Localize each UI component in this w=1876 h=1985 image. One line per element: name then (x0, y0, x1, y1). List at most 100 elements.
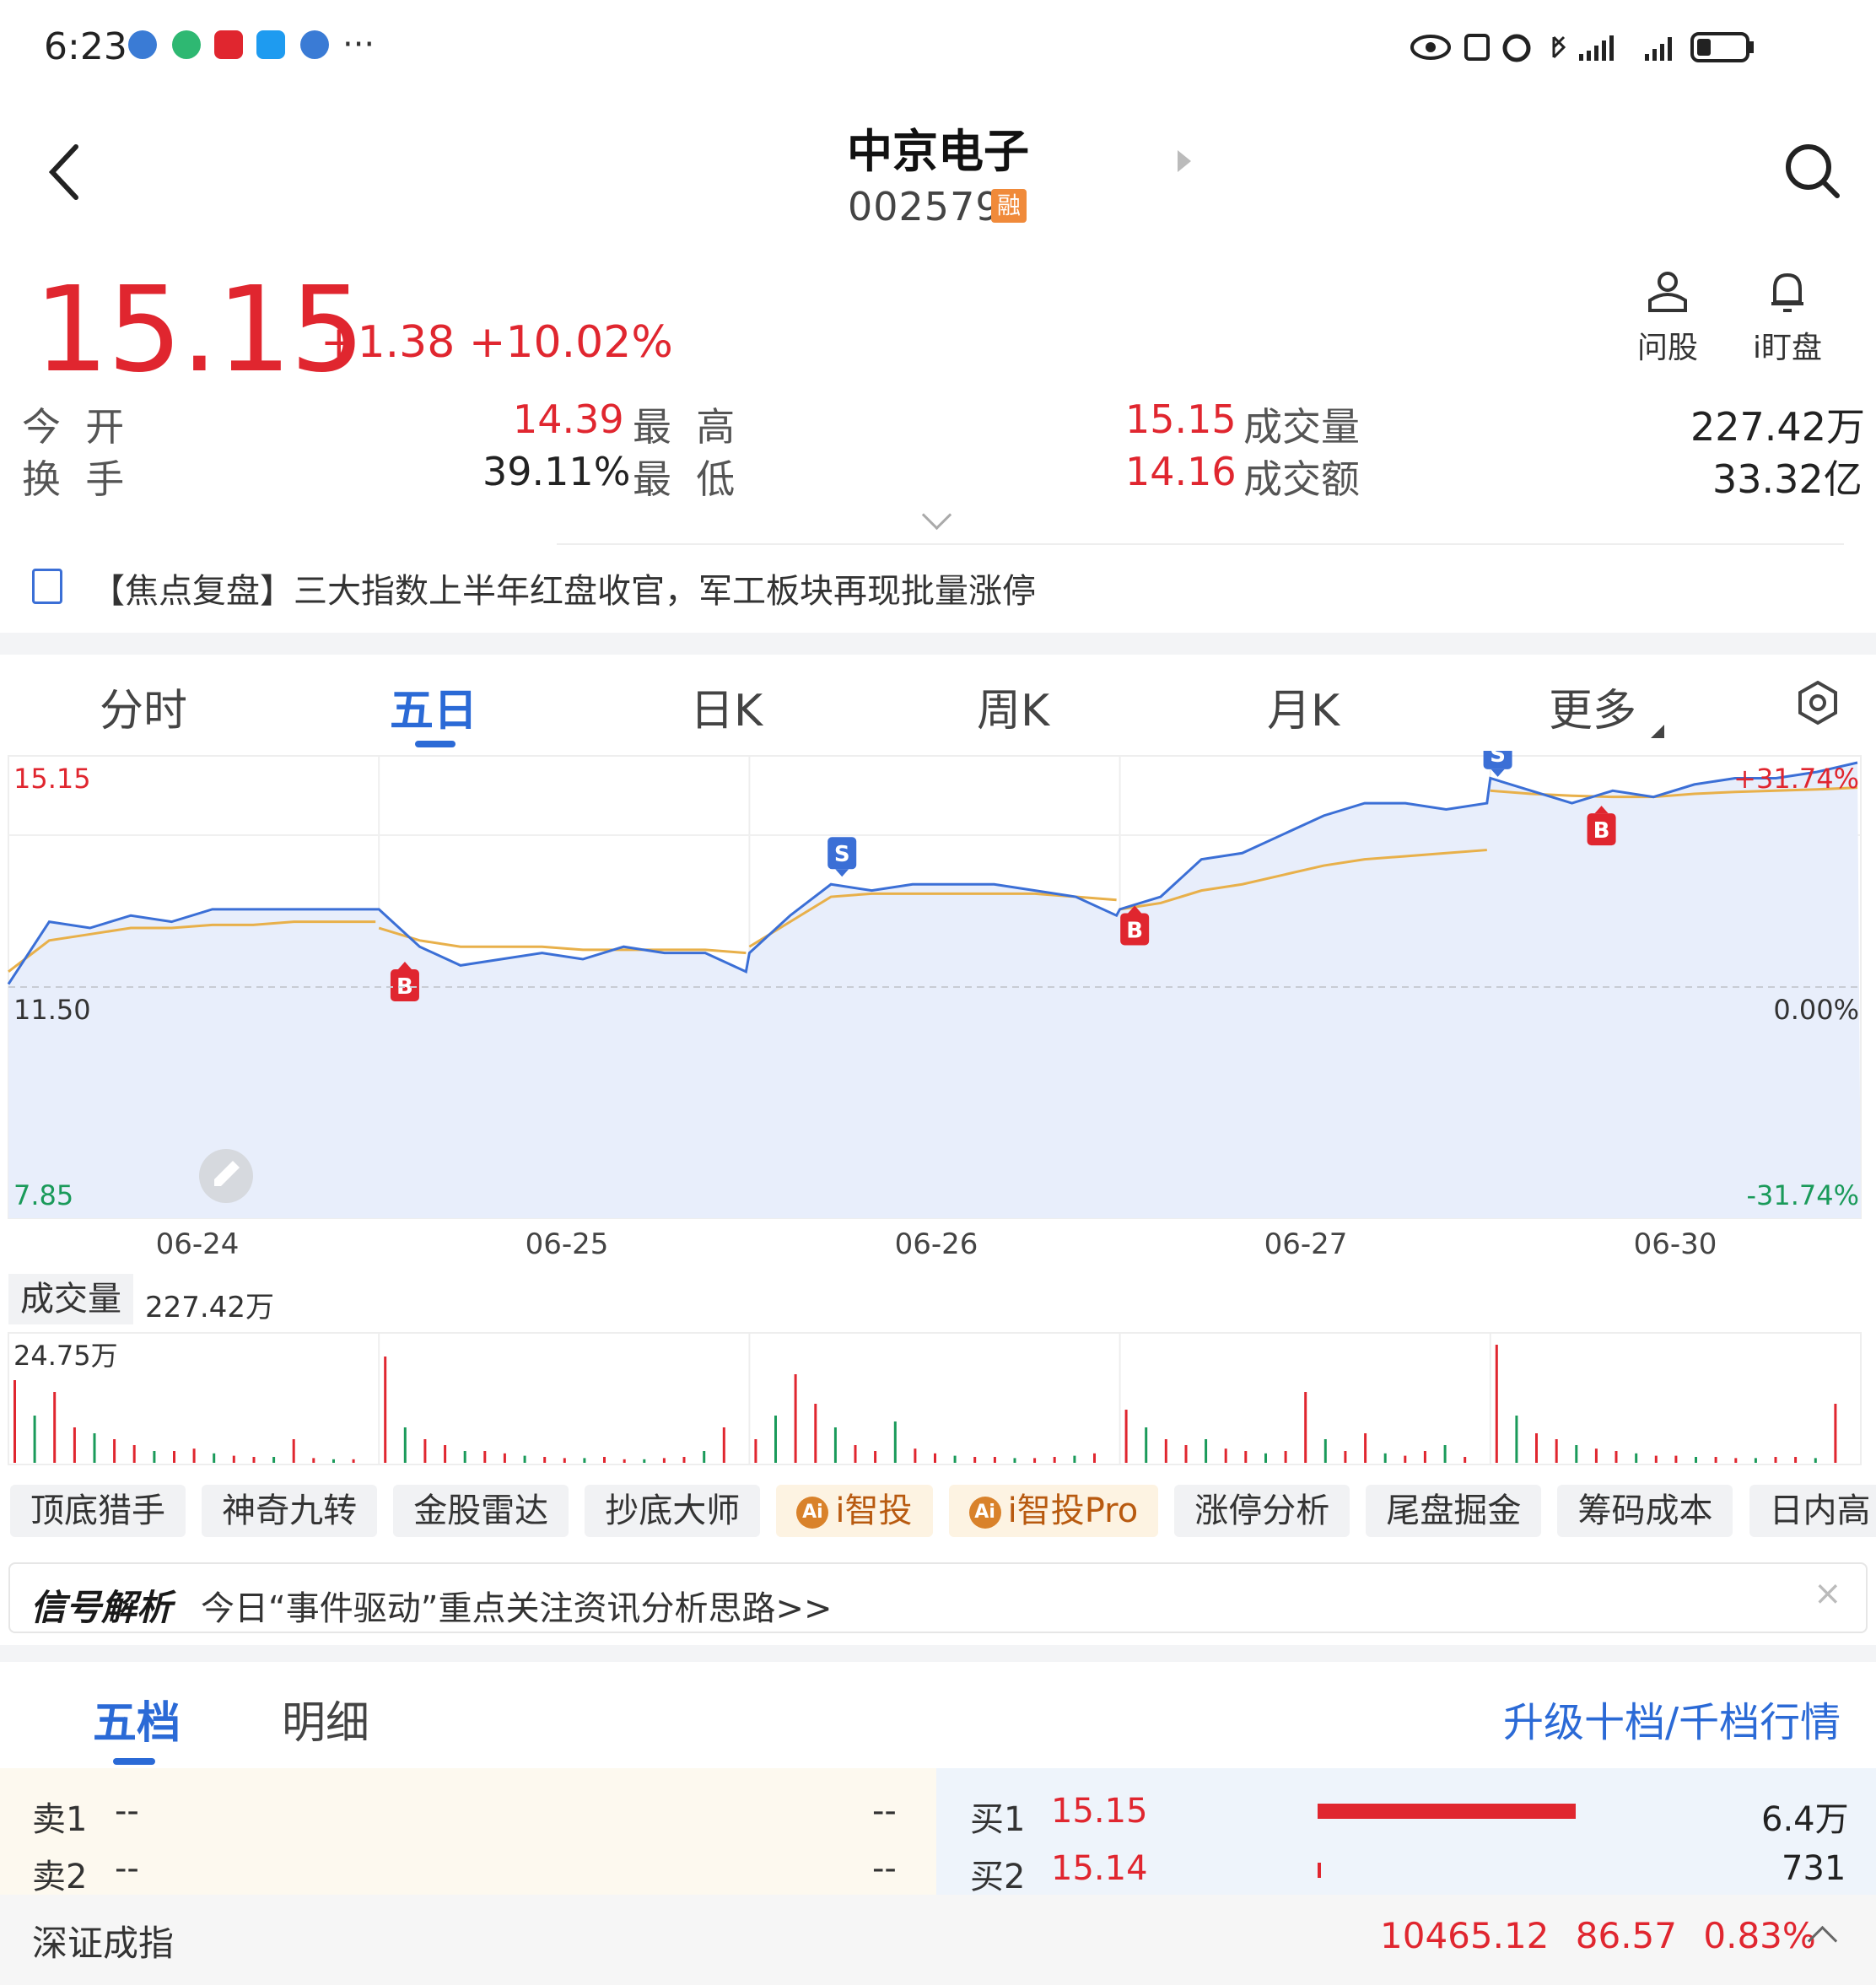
volume-bar (292, 1439, 295, 1463)
buy1-volume-bar (1318, 1804, 1576, 1819)
tool-magic-nine[interactable]: 神奇九转 (202, 1485, 378, 1537)
upgrade-level-link[interactable]: 升级十档/千档行情 (1503, 1689, 1841, 1748)
volume-bar (1164, 1439, 1167, 1463)
tab-details[interactable]: 明细 (282, 1687, 369, 1750)
volume-bar (1244, 1451, 1248, 1463)
tool-late-session[interactable]: 尾盘掘金 (1366, 1485, 1542, 1537)
volume-bar (73, 1427, 76, 1463)
battery-icon (1690, 32, 1754, 62)
news-headline[interactable]: 【焦点复盘】三大指数上半年红盘收官，军工板块再现批量涨停 (91, 564, 1036, 612)
tool-i-invest-pro[interactable]: Ai i智投Pro (948, 1485, 1159, 1537)
volume-bar (662, 1458, 666, 1463)
more-notifications-icon: ··· (342, 25, 375, 64)
divider (557, 543, 1844, 545)
pct-mid-label: 0.00% (1773, 994, 1859, 1026)
volume-bar (1535, 1433, 1538, 1463)
sell2-volume: -- (872, 1849, 897, 1888)
volume-bar (1205, 1439, 1208, 1463)
tab-intraday[interactable]: 分时 (100, 675, 187, 738)
tab-weekly-k[interactable]: 周K (977, 675, 1049, 738)
buy1-volume: 6.4万 (1761, 1800, 1849, 1839)
volume-bar (213, 1453, 216, 1463)
five-day-price-chart[interactable]: BSBSB 15.15 11.50 7.85 +31.74% 0.00% -31… (0, 751, 1876, 1270)
index-values: 10465.12 86.57 0.83% (1380, 1915, 1816, 1956)
volume-bar (722, 1427, 725, 1463)
edit-drawing-button[interactable] (199, 1149, 253, 1203)
stat-label-open: 今 开 (22, 404, 125, 450)
stat-value-low: 14.16 (1125, 449, 1237, 494)
next-stock-arrow-icon[interactable] (1178, 150, 1191, 172)
stat-value-amount: 33.32亿 (1712, 456, 1863, 502)
tab-five-levels[interactable]: 五档 (93, 1687, 181, 1750)
sell-signal-marker[interactable]: S (1483, 751, 1512, 777)
volume-bar (623, 1459, 626, 1463)
volume-bar (423, 1439, 427, 1463)
volume-bar (993, 1457, 996, 1463)
tool-intraday-high[interactable]: 日内高 (1749, 1485, 1876, 1537)
volume-bar (503, 1453, 506, 1463)
tool-limit-up-analysis[interactable]: 涨停分析 (1174, 1485, 1350, 1537)
tab-five-day[interactable]: 五日 (390, 675, 477, 738)
volume-bar (874, 1451, 877, 1463)
indicator-tools-row: 顶底猎手 神奇九转 金股雷达 抄底大师 Ai i智投 Ai i智投Pro 涨停分析 … (10, 1485, 1876, 1539)
search-button[interactable] (1782, 140, 1842, 201)
tool-gold-radar[interactable]: 金股雷达 (393, 1485, 569, 1537)
volume-bar (1515, 1416, 1518, 1463)
volume-bar (192, 1448, 196, 1463)
stat-label-high: 最 高 (633, 404, 736, 450)
expand-stats-icon[interactable] (921, 499, 952, 531)
watch-alert-button[interactable]: i盯盘 (1741, 268, 1834, 367)
volume-bar (754, 1439, 757, 1463)
volume-bar (132, 1445, 136, 1463)
volume-bar (934, 1453, 936, 1463)
y-max-label: 15.15 (13, 763, 91, 795)
tool-i-invest-pro-label: i智投Pro (1007, 1491, 1139, 1530)
x-label-day3: 06-26 (895, 1227, 978, 1261)
volume-indicator-label[interactable]: 成交量 (8, 1274, 133, 1324)
tab-daily-k[interactable]: 日K (690, 675, 763, 738)
price-change: +1.38 +10.02% (321, 317, 673, 368)
signal-icon (1579, 35, 1672, 61)
volume-bar (1013, 1458, 1016, 1463)
tab-more[interactable]: 更多 (1549, 675, 1664, 738)
volume-max-label: 24.75万 (13, 1340, 118, 1372)
x-label-day4: 06-27 (1264, 1227, 1348, 1261)
volume-bar (153, 1451, 156, 1463)
close-icon[interactable]: × (1814, 1574, 1842, 1613)
signal-analysis-banner[interactable]: 信号解析 今日“事件驱动”重点关注资讯分析思路>> × (8, 1562, 1868, 1633)
tool-bottom-master[interactable]: 抄底大师 (585, 1485, 761, 1537)
tool-i-invest[interactable]: Ai i智投 (776, 1485, 933, 1537)
sell2-label: 卖2 (32, 1858, 88, 1896)
volume-bar (523, 1455, 526, 1463)
volume-bar (543, 1457, 547, 1463)
index-name: 深证成指 (32, 1923, 175, 1964)
volume-chart[interactable]: 24.75万 (0, 1331, 1876, 1466)
volume-bar (833, 1427, 837, 1463)
index-value: 10465.12 (1380, 1915, 1550, 1956)
tab-monthly-k[interactable]: 月K (1267, 675, 1340, 738)
svg-text:S: S (1490, 751, 1506, 768)
volume-bar (403, 1427, 407, 1463)
x-label-day2: 06-25 (526, 1227, 609, 1261)
margin-trading-badge: 融 (991, 189, 1027, 223)
volume-bar (914, 1448, 917, 1463)
volume-bar (1575, 1445, 1578, 1463)
tool-top-bottom-hunter[interactable]: 顶底猎手 (10, 1485, 186, 1537)
volume-bar (682, 1457, 686, 1463)
x-label-day5: 06-30 (1634, 1227, 1717, 1261)
volume-bar (1145, 1427, 1148, 1463)
volume-bar (1555, 1439, 1558, 1463)
sell-signal-marker[interactable]: S (827, 837, 857, 877)
section-separator (0, 633, 1876, 655)
tool-chip-cost[interactable]: 筹码成本 (1557, 1485, 1733, 1537)
stat-value-high: 15.15 (1125, 396, 1237, 442)
volume-bar (332, 1459, 335, 1463)
volume-bar (1033, 1458, 1037, 1463)
volume-bar (854, 1445, 857, 1463)
chart-settings-button[interactable] (1795, 680, 1841, 725)
tool-i-invest-label: i智投 (835, 1491, 913, 1530)
signal-brand: 信号解析 (30, 1587, 173, 1628)
stat-label-low: 最 低 (633, 456, 736, 502)
pct-min-label: -31.74% (1746, 1179, 1859, 1211)
ask-stock-button[interactable]: 问股 (1621, 268, 1714, 367)
